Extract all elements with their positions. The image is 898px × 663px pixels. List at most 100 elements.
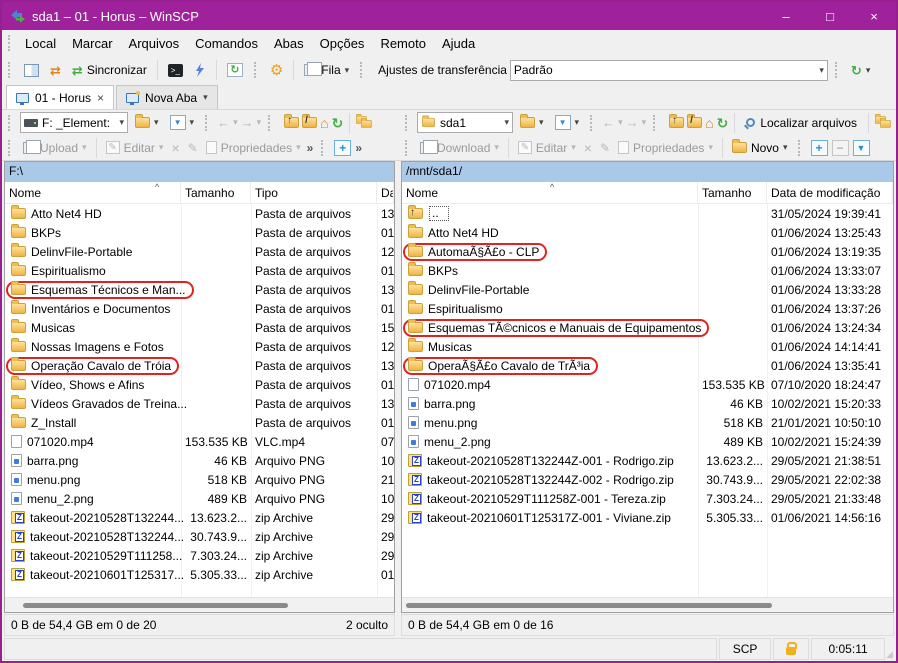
remote-filter-button[interactable]: ▼▾ [551, 113, 584, 132]
toolbar-grip[interactable] [8, 62, 13, 78]
table-row[interactable]: Vídeos Gravados de Treina...Pasta de arq… [5, 394, 394, 413]
remote-directory-select[interactable]: sda1 ▾ [417, 112, 513, 133]
open-in-new-panel-icon[interactable] [356, 116, 374, 130]
tab-close-icon[interactable]: × [97, 91, 104, 105]
scrollbar-thumb[interactable] [406, 603, 772, 608]
table-row[interactable]: takeout-20210601T125317Z-001 - Viviane.z… [402, 508, 893, 527]
table-row[interactable]: EspiritualismoPasta de arquivos01/ [5, 261, 394, 280]
menu-item-ajuda[interactable]: Ajuda [434, 32, 483, 55]
parent-directory-icon[interactable]: ↑ [669, 117, 684, 128]
open-terminal-button[interactable]: >_ [164, 62, 187, 79]
delete-button[interactable]: × [169, 139, 181, 157]
table-row[interactable]: MusicasPasta de arquivos15/ [5, 318, 394, 337]
home-icon[interactable]: ⌂ [705, 116, 713, 130]
synchronize-button[interactable]: ⇄ Sincronizar [68, 61, 151, 79]
table-row[interactable]: ↑..31/05/2024 19:39:41 [402, 204, 893, 223]
toolbar-grip[interactable] [8, 115, 13, 131]
column-header-dat[interactable]: Dat [377, 182, 394, 203]
table-row[interactable]: takeout-20210528T132244...13.623.2...zip… [5, 508, 394, 527]
protocol-cell[interactable]: SCP [719, 638, 771, 660]
table-row[interactable]: menu.png518 KBArquivo PNG21/ [5, 470, 394, 489]
chevron-down-icon[interactable]: ▾ [257, 117, 262, 128]
back-icon[interactable]: ← [217, 115, 230, 130]
remote-horizontal-scrollbar[interactable] [402, 597, 893, 612]
local-drive-select[interactable]: F: _Element: ▾ [20, 112, 128, 133]
toolbar-grip[interactable] [653, 115, 658, 131]
tab-nova-aba[interactable]: Nova Aba▾ [116, 85, 218, 109]
table-row[interactable]: takeout-20210529T111258...7.303.24...zip… [5, 546, 394, 565]
rename-button[interactable]: ✎ [598, 140, 612, 156]
overflow-chevron-icon[interactable]: » [355, 141, 362, 155]
menu-item-local[interactable]: Local [17, 32, 64, 55]
toolbar-grip[interactable] [405, 115, 410, 131]
menu-item-arquivos[interactable]: Arquivos [121, 32, 188, 55]
back-icon[interactable]: ← [602, 115, 615, 130]
menu-item-abas[interactable]: Abas [266, 32, 312, 55]
table-row[interactable]: takeout-20210529T111258Z-001 - Tereza.zi… [402, 489, 893, 508]
chevron-down-icon[interactable]: ▾ [642, 117, 647, 128]
edit-button[interactable]: ✎Editar▾ [516, 140, 578, 156]
chevron-down-icon[interactable]: ▾ [618, 117, 623, 128]
table-row[interactable]: Esquemas TÃ©cnicos e Manuais de Equipame… [402, 318, 893, 337]
table-row[interactable]: Atto Net4 HD01/06/2024 13:25:43 [402, 223, 893, 242]
table-row[interactable]: barra.png46 KBArquivo PNG10/ [5, 451, 394, 470]
filter-button[interactable]: ▼ [853, 140, 870, 156]
toolbar-grip[interactable] [405, 140, 410, 156]
chevron-down-icon[interactable]: ▾ [203, 92, 208, 103]
rename-button[interactable]: ✎ [186, 140, 200, 156]
toolbar-grip[interactable] [798, 140, 803, 156]
tab-01-horus[interactable]: 01 - Horus× [6, 85, 114, 109]
table-row[interactable]: barra.png46 KB10/02/2021 15:20:33 [402, 394, 893, 413]
home-icon[interactable]: ⌂ [320, 116, 328, 130]
table-row[interactable]: takeout-20210528T132244Z-002 - Rodrigo.z… [402, 470, 893, 489]
table-row[interactable]: takeout-20210528T132244Z-001 - Rodrigo.z… [402, 451, 893, 470]
delete-button[interactable]: × [582, 139, 594, 157]
resize-grip-icon[interactable]: ◢ [885, 649, 894, 660]
table-row[interactable]: menu_2.png489 KBArquivo PNG10/ [5, 489, 394, 508]
menu-item-marcar[interactable]: Marcar [64, 32, 120, 55]
properties-button[interactable]: Propriedades▾ [616, 140, 715, 156]
table-row[interactable]: 071020.mp4153.535 KBVLC.mp407/ [5, 432, 394, 451]
synchronize-browsing-button[interactable]: ⇄ [46, 62, 65, 79]
queue-button[interactable]: Fila ▾ [300, 61, 353, 79]
table-row[interactable]: menu_2.png489 KB10/02/2021 15:24:39 [402, 432, 893, 451]
table-row[interactable]: BKPs01/06/2024 13:33:07 [402, 261, 893, 280]
find-files-button[interactable]: Localizar arquivos [741, 114, 862, 132]
table-row[interactable]: DelinvFile-PortablePasta de arquivos12/ [5, 242, 394, 261]
toolbar-grip[interactable] [254, 62, 259, 78]
column-header-data-de-modifica-o[interactable]: Data de modificação [767, 182, 893, 203]
close-button[interactable]: × [852, 2, 896, 30]
new-button[interactable]: Novo▾ [730, 140, 790, 156]
toolbar-grip[interactable] [360, 62, 365, 78]
toggle-panels-button[interactable] [20, 62, 43, 79]
open-in-new-panel-icon[interactable] [875, 116, 893, 130]
toolbar-grip[interactable] [590, 115, 595, 131]
table-row[interactable]: Nossas Imagens e FotosPasta de arquivos1… [5, 337, 394, 356]
remote-path-bar[interactable]: /mnt/sda1/ [402, 162, 893, 182]
maximize-button[interactable]: □ [808, 2, 852, 30]
remote-open-directory-button[interactable]: ▾ [516, 115, 548, 130]
column-header-tamanho[interactable]: Tamanho [181, 182, 251, 203]
forward-icon[interactable]: → [241, 115, 254, 130]
table-row[interactable]: Espiritualismo01/06/2024 13:37:26 [402, 299, 893, 318]
table-row[interactable]: Z_InstallPasta de arquivos01/ [5, 413, 394, 432]
transfer-mode-button[interactable]: ↻ ▾ [847, 62, 874, 79]
toolbar-grip[interactable] [321, 140, 326, 156]
preferences-button[interactable]: ⚙ [266, 61, 287, 80]
table-row[interactable]: Musicas01/06/2024 14:14:41 [402, 337, 893, 356]
table-row[interactable]: Vídeo, Shows e AfinsPasta de arquivos01/ [5, 375, 394, 394]
properties-button[interactable]: Propriedades▾ [204, 140, 303, 156]
table-row[interactable]: takeout-20210601T125317...5.305.33...zip… [5, 565, 394, 584]
security-cell[interactable] [773, 638, 809, 660]
table-row[interactable]: BKPsPasta de arquivos01/ [5, 223, 394, 242]
toolbar-grip[interactable] [835, 62, 840, 78]
overflow-chevron-icon[interactable]: » [307, 141, 314, 155]
local-horizontal-scrollbar[interactable] [5, 597, 394, 612]
table-row[interactable]: takeout-20210528T132244...30.743.9...zip… [5, 527, 394, 546]
toolbar-grip[interactable] [8, 35, 13, 51]
menu-item-opes[interactable]: Opções [312, 32, 373, 55]
transfer-settings-select[interactable]: Padrão ▾ [510, 60, 828, 81]
table-row[interactable]: Operação Cavalo de TróiaPasta de arquivo… [5, 356, 394, 375]
table-row[interactable]: Atto Net4 HDPasta de arquivos13/ [5, 204, 394, 223]
root-directory-icon[interactable]: / [687, 117, 702, 128]
